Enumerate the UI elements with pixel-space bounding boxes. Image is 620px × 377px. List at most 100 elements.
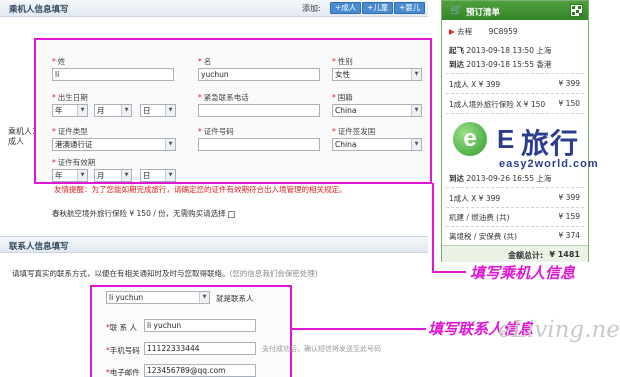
given-name-label: * 名: [198, 57, 212, 66]
total-value: ¥ 1481: [549, 250, 580, 259]
arrow-right-icon: ▶: [449, 27, 455, 36]
chevron-down-icon: ▼: [411, 69, 421, 80]
divider: [446, 226, 584, 227]
arrive-time: 2013-09-18 15:55: [466, 60, 534, 69]
passenger-form: * 姓 li * 名 yuchun * 性别 女性 ▼ * 出生日期 年 ▼ 月 ▼ 日 ▼ *…: [34, 38, 432, 184]
contact-section-header: 联系人信息填写: [0, 236, 428, 253]
contact-phone-input[interactable]: 11122333444: [144, 342, 256, 355]
return-arrive-row: 到达 2013-09-26 16:55 上海: [449, 173, 551, 184]
expiry-day-select[interactable]: 日 ▼: [140, 169, 176, 182]
surname-input[interactable]: li: [52, 68, 174, 81]
insurance-checkbox[interactable]: [227, 210, 235, 218]
return-adult-fare-label: 1成人 X ¥ 399: [449, 194, 501, 203]
id-number-input[interactable]: [198, 138, 320, 151]
depart-city: 上海: [536, 46, 552, 55]
chevron-down-icon: ▼: [165, 170, 175, 181]
depart-row: 起飞 2013-09-18 13:50 上海: [449, 45, 551, 56]
divider: [446, 187, 584, 188]
expiry-label: * 证件有效期: [52, 158, 96, 167]
chevron-down-icon: ▼: [77, 105, 87, 116]
outbound-row: ▶ 去程 9C8959: [449, 26, 518, 37]
contact-email-label: *电子邮件: [106, 368, 140, 377]
add-adult-button[interactable]: +成人: [330, 2, 362, 14]
birth-label: * 出生日期: [52, 93, 88, 102]
chevron-down-icon: ▼: [199, 292, 209, 303]
issuing-country-select[interactable]: China ▼: [332, 138, 422, 151]
annotation-connector: [292, 328, 426, 330]
flight-number: 9C8959: [488, 27, 518, 36]
depart-label: 起飞: [449, 46, 464, 55]
divider: [446, 113, 584, 114]
cart-icon: 🛒: [450, 5, 463, 16]
given-name-input[interactable]: yuchun: [198, 68, 320, 81]
given-name-cell: * 名: [198, 56, 211, 67]
annotation-connector: [432, 271, 466, 273]
contact-email-input[interactable]: 123456789@qq.com: [144, 364, 256, 377]
contact-tip-text: 请填写真实的联系方式，以便在有相关通知时及时与您取得联络。: [12, 269, 230, 278]
adult-fare-label: 1成人 X ¥ 399: [449, 80, 501, 89]
chevron-down-icon: ▼: [121, 170, 131, 181]
expiry-month-select[interactable]: 月 ▼: [94, 169, 132, 182]
contact-section-title: 联系人信息填写: [9, 242, 69, 252]
contact-name-label: *联 系 人: [106, 323, 138, 332]
divider: [446, 93, 584, 94]
contact-tip: 请填写真实的联系方式，以便在有相关通知时及时与您取得联络。(您的信息我们会保密处…: [12, 268, 318, 279]
id-validity-warning: 友情提醒：为了您能如期完成旅行，请确定您的证件有效期符合出入境管理的相关规定。: [54, 185, 347, 194]
gender-select[interactable]: 女性 ▼: [332, 68, 422, 81]
chevron-down-icon: ▼: [77, 170, 87, 181]
expiry-cell: * 证件有效期: [52, 157, 95, 168]
arrive-row: 到达 2013-09-18 15:55 香港: [449, 59, 551, 70]
depart-time: 2013-09-18 13:50: [466, 46, 534, 55]
adult-fare-price: ¥ 399: [558, 79, 580, 88]
chevron-down-icon: ▼: [165, 105, 175, 116]
total-bar: 金额总计: ¥ 1481: [442, 245, 588, 262]
birth-day-select[interactable]: 日 ▼: [140, 104, 176, 117]
id-type-label: * 证件类型: [52, 127, 88, 136]
divider: [446, 73, 584, 74]
passenger-section-header: 乘机人信息填写 添加: +成人 +儿童 +婴儿: [0, 0, 428, 17]
id-type-cell: * 证件类型: [52, 126, 88, 137]
emergency-phone-input[interactable]: [198, 104, 320, 117]
issuing-country-cell: * 证件签发国: [332, 126, 375, 137]
birth-year-select[interactable]: 年 ▼: [52, 104, 88, 117]
return-arrive-time: 2013-09-26 16:55: [466, 174, 534, 183]
arrive-label: 到达: [449, 60, 464, 69]
return-adult-fare-price: ¥ 399: [558, 193, 580, 202]
add-child-button[interactable]: +儿童: [362, 2, 394, 14]
tax-fee-price: ¥ 374: [558, 231, 580, 240]
id-type-select[interactable]: 港澳通行证 ▼: [52, 138, 176, 151]
contact-form: li yuchun ▼ *联 系 人 li yuchun *手机号码 111223…: [90, 285, 292, 377]
nationality-select[interactable]: China ▼: [332, 104, 422, 117]
total-label: 金额总计:: [508, 251, 544, 260]
insurance-fare-price: ¥ 150: [558, 99, 580, 108]
passenger-type: 成人: [8, 137, 24, 146]
id-number-cell: * 证件号码: [198, 126, 234, 137]
chevron-down-icon: ▼: [165, 139, 175, 150]
insurance-fare-label: 1成人境外旅行保险 X ¥ 150: [449, 100, 546, 109]
id-number-label: * 证件号码: [198, 127, 234, 136]
logo-globe-icon: e: [453, 122, 487, 156]
expiry-year-select[interactable]: 年 ▼: [52, 169, 88, 182]
birth-month-select[interactable]: 月 ▼: [94, 104, 132, 117]
contact-name-input[interactable]: li yuchun: [144, 319, 256, 332]
passenger-section-title: 乘机人信息填写: [9, 5, 69, 15]
logo-text: 旅行: [521, 127, 580, 160]
logo-letter: E: [497, 124, 515, 154]
insurance-option: 春秋航空境外旅行保险 ¥ 150 / 份，无需购买请选择: [52, 208, 235, 219]
gender-label: * 性别: [332, 57, 353, 66]
issuing-country-label: * 证件签发国: [332, 127, 376, 136]
return-arrive-city: 上海: [536, 174, 552, 183]
booking-page: 乘机人信息填写 添加: +成人 +儿童 +婴儿 乘机人1 成人 * 姓 li * 名…: [0, 0, 620, 377]
is-contact-text: 就是联系人: [216, 294, 254, 303]
emergency-cell: * 紧急联系电话: [198, 92, 249, 103]
fuel-fee-label: 机建 / 燃油费 (共): [449, 213, 510, 222]
passenger-row-label: 乘机人1 成人: [8, 127, 37, 147]
qr-code-icon: [570, 4, 583, 17]
return-arrive-label: 到达: [449, 174, 464, 183]
sms-note: 支付成功后，确认短信将发送至此号码: [262, 345, 381, 353]
eliving-watermark: eLiving.net: [498, 317, 620, 343]
add-infant-button[interactable]: +婴儿: [394, 2, 426, 14]
contact-select[interactable]: li yuchun ▼: [106, 291, 210, 304]
tax-fee-label: 离境税 / 安保费 (共): [449, 232, 518, 241]
chevron-down-icon: ▼: [121, 105, 131, 116]
